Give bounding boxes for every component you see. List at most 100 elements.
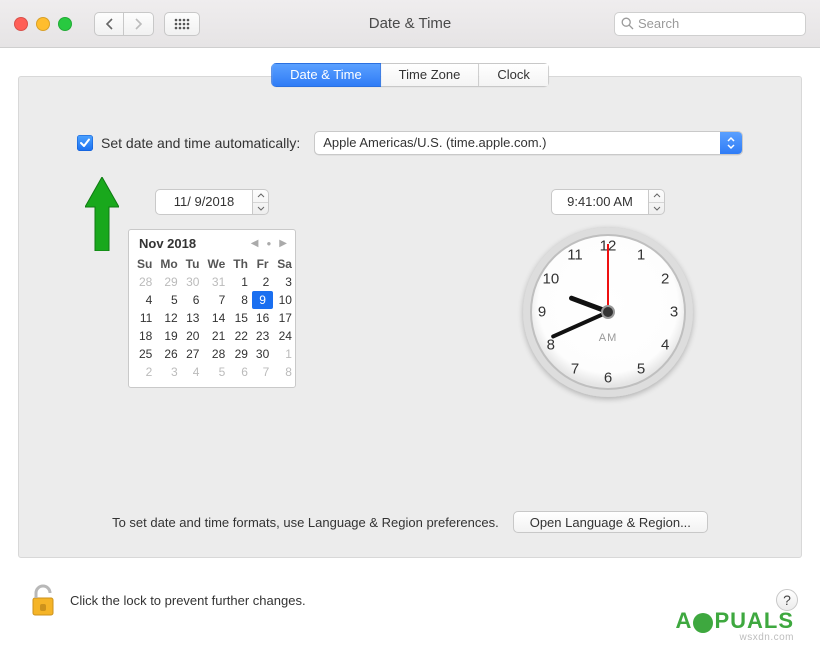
analog-clock: 123456789101112 AM xyxy=(523,227,693,397)
minimize-window-button[interactable] xyxy=(36,17,50,31)
calendar-day[interactable]: 29 xyxy=(156,273,181,291)
search-input[interactable] xyxy=(638,16,799,31)
window-controls xyxy=(14,17,72,31)
calendar-day[interactable]: 28 xyxy=(133,273,156,291)
time-step-up[interactable] xyxy=(649,190,664,203)
calendar-day[interactable]: 11 xyxy=(133,309,156,327)
date-stepper[interactable]: 11/ 9/2018 xyxy=(155,189,269,215)
calendar-day[interactable]: 27 xyxy=(182,345,204,363)
time-server-dropdown[interactable]: Apple Americas/U.S. (time.apple.com.) xyxy=(314,131,743,155)
date-step-down[interactable] xyxy=(253,203,268,215)
calendar-prev-month[interactable]: ◀ xyxy=(251,238,259,249)
lock-icon[interactable] xyxy=(28,582,58,618)
calendar-day[interactable]: 30 xyxy=(182,273,204,291)
clock-number: 11 xyxy=(564,246,586,263)
calendar-month-label: Nov 2018 xyxy=(139,236,196,251)
clock-number: 5 xyxy=(630,361,652,378)
watermark-brand-pre: A xyxy=(676,608,693,633)
calendar-day[interactable]: 10 xyxy=(273,291,296,309)
calendar-day[interactable]: 1 xyxy=(273,345,296,363)
time-server-value: Apple Americas/U.S. (time.apple.com.) xyxy=(315,132,720,154)
calendar-day[interactable]: 30 xyxy=(252,345,273,363)
calendar-day[interactable]: 6 xyxy=(182,291,204,309)
search-icon xyxy=(621,17,634,30)
calendar-day[interactable]: 19 xyxy=(156,327,181,345)
calendar-day[interactable]: 5 xyxy=(203,363,229,381)
calendar-day[interactable]: 31 xyxy=(203,273,229,291)
calendar-day[interactable]: 7 xyxy=(252,363,273,381)
calendar-day[interactable]: 3 xyxy=(273,273,296,291)
titlebar: Date & Time xyxy=(0,0,820,48)
watermark-site: wsxdn.com xyxy=(676,632,794,643)
calendar-day[interactable]: 28 xyxy=(203,345,229,363)
calendar-day[interactable]: 2 xyxy=(252,273,273,291)
auto-datetime-checkbox[interactable] xyxy=(77,135,93,151)
date-field[interactable]: 11/ 9/2018 xyxy=(155,189,253,215)
zoom-window-button[interactable] xyxy=(58,17,72,31)
open-language-region-button[interactable]: Open Language & Region... xyxy=(513,511,708,533)
calendar-day[interactable]: 4 xyxy=(133,291,156,309)
annotation-arrow xyxy=(85,177,119,254)
tab-clock[interactable]: Clock xyxy=(479,63,549,87)
tab-time-zone[interactable]: Time Zone xyxy=(381,63,480,87)
calendar-day[interactable]: 3 xyxy=(156,363,181,381)
clock-center-pin xyxy=(603,307,613,317)
calendar-day[interactable]: 2 xyxy=(133,363,156,381)
calendar-day[interactable]: 17 xyxy=(273,309,296,327)
forward-button[interactable] xyxy=(124,12,154,36)
calendar-day[interactable]: 15 xyxy=(229,309,252,327)
auto-datetime-label: Set date and time automatically: xyxy=(101,135,300,151)
calendar-day[interactable]: 22 xyxy=(229,327,252,345)
show-all-prefs-button[interactable] xyxy=(164,12,200,36)
calendar-weekday-header: Th xyxy=(229,255,252,273)
time-stepper[interactable]: 9:41:00 AM xyxy=(551,189,665,215)
chevron-updown-icon xyxy=(720,132,742,154)
calendar-weekday-header: Tu xyxy=(182,255,204,273)
calendar-day[interactable]: 7 xyxy=(203,291,229,309)
calendar-day[interactable]: 23 xyxy=(252,327,273,345)
calendar-day[interactable]: 8 xyxy=(229,291,252,309)
calendar-weekday-header: Su xyxy=(133,255,156,273)
time-step-down[interactable] xyxy=(649,203,664,215)
calendar-today[interactable]: ● xyxy=(266,239,271,248)
calendar-day[interactable]: 1 xyxy=(229,273,252,291)
time-column: 9:41:00 AM 123456789101112 AM xyxy=(465,189,751,397)
calendar-weekday-header: Sa xyxy=(273,255,296,273)
clock-number: 9 xyxy=(531,304,553,321)
close-window-button[interactable] xyxy=(14,17,28,31)
calendar-day[interactable]: 12 xyxy=(156,309,181,327)
calendar-day[interactable]: 5 xyxy=(156,291,181,309)
clock-number: 3 xyxy=(663,304,685,321)
clock-face: 123456789101112 AM xyxy=(523,227,693,397)
calendar-day[interactable]: 13 xyxy=(182,309,204,327)
time-field[interactable]: 9:41:00 AM xyxy=(551,189,649,215)
watermark-brand-post: PUALS xyxy=(714,608,794,633)
nav-buttons xyxy=(94,12,154,36)
tab-date-and-time[interactable]: Date & Time xyxy=(271,63,381,87)
calendar-weekday-header: Mo xyxy=(156,255,181,273)
watermark: A PUALS wsxdn.com xyxy=(676,611,794,643)
date-step-up[interactable] xyxy=(253,190,268,203)
calendar-day[interactable]: 18 xyxy=(133,327,156,345)
calendar-day[interactable]: 14 xyxy=(203,309,229,327)
calendar-day[interactable]: 20 xyxy=(182,327,204,345)
calendar-day[interactable]: 4 xyxy=(182,363,204,381)
calendar-day[interactable]: 25 xyxy=(133,345,156,363)
calendar-day[interactable]: 26 xyxy=(156,345,181,363)
calendar-next-month[interactable]: ▶ xyxy=(279,238,287,249)
clock-number: 7 xyxy=(564,361,586,378)
calendar-day[interactable]: 21 xyxy=(203,327,229,345)
calendar-day[interactable]: 6 xyxy=(229,363,252,381)
calendar-day[interactable]: 8 xyxy=(273,363,296,381)
tab-group: Date & Time Time Zone Clock xyxy=(271,63,549,87)
search-field[interactable] xyxy=(614,12,806,36)
calendar-day[interactable]: 9 xyxy=(252,291,273,309)
calendar-day[interactable]: 24 xyxy=(273,327,296,345)
calendar-day[interactable]: 16 xyxy=(252,309,273,327)
date-stepper-buttons xyxy=(253,189,269,215)
preferences-panel: Date & Time Time Zone Clock Set date and… xyxy=(18,76,802,558)
calendar-day[interactable]: 29 xyxy=(229,345,252,363)
clock-number: 10 xyxy=(540,271,562,288)
back-button[interactable] xyxy=(94,12,124,36)
calendar[interactable]: Nov 2018 ◀ ● ▶ SuMoTuWeThFrSa28293031123… xyxy=(128,229,296,388)
